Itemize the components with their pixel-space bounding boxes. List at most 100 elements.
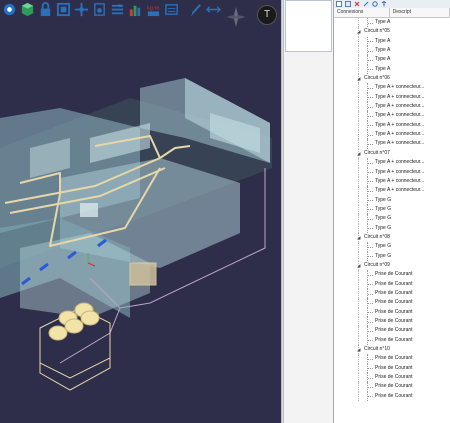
edit-icon[interactable] <box>363 1 369 7</box>
tree-item-connection[interactable]: Type A + connecteur... <box>334 83 450 93</box>
tree-item-label: Prise de Courant <box>375 392 413 399</box>
tree-group-circuit[interactable]: ◢ Circuit n°10 <box>334 345 450 355</box>
tree-item-connection[interactable]: Prise de Courant <box>334 373 450 383</box>
tree-item-connection[interactable]: Prise de Courant <box>334 298 450 308</box>
tree-connector-line <box>368 368 373 370</box>
tree-item-connection[interactable]: Type A <box>334 46 450 56</box>
tree-item-connection[interactable]: Type A + connecteur... <box>334 158 450 168</box>
collapse-triangle-icon[interactable]: ◢ <box>357 27 360 36</box>
tree-item-connection[interactable]: Type A + connecteur... <box>334 102 450 112</box>
tree-rows: Type A ◢ Circuit n°05 Type A Type A Type A Typ… <box>334 18 450 402</box>
collapse-triangle-icon[interactable]: ◢ <box>357 261 360 270</box>
tree-item-connection[interactable]: Type A + connecteur... <box>334 130 450 140</box>
tree-group-circuit[interactable]: ◢ Circuit n°08 <box>334 232 450 243</box>
tree-connector-line <box>368 302 373 304</box>
tree-item-connection[interactable]: Prise de Courant <box>334 326 450 336</box>
copy-icon[interactable] <box>345 1 351 7</box>
cube-green-icon[interactable] <box>19 1 36 17</box>
tree-item-connection[interactable]: Prise de Courant <box>334 317 450 327</box>
tree-item-label: Prise de Courant <box>375 327 413 334</box>
layers-icon[interactable] <box>109 1 126 17</box>
tree-item-connection[interactable]: Type A <box>334 36 450 47</box>
tree-item-label: Prise de Courant <box>375 308 413 315</box>
sort-icon[interactable] <box>381 1 387 7</box>
tree-item-connection[interactable]: Prise de Courant <box>334 382 450 392</box>
weight-icon[interactable]: kg·m <box>145 1 162 17</box>
building-3d-model[interactable] <box>0 18 281 423</box>
arrows-icon[interactable] <box>205 1 222 17</box>
tree-group-label: Circuit n°08 <box>364 233 390 240</box>
tree-group-circuit[interactable]: ◢ Circuit n°09 <box>334 260 450 271</box>
tree-item-connection[interactable]: Prise de Courant <box>334 270 450 280</box>
tree-item-connection[interactable]: Type G <box>334 214 450 224</box>
frame-select-icon[interactable] <box>55 1 72 17</box>
tree-connector-line <box>368 358 373 360</box>
tree-guide-line <box>358 373 359 383</box>
tree-guide-line <box>358 55 359 65</box>
tree-item-label: Type A + connecteur... <box>375 177 425 184</box>
tree-item-label: Prise de Courant <box>375 383 413 390</box>
column-header-description[interactable]: Descript <box>390 8 450 17</box>
lock-icon[interactable] <box>37 1 54 17</box>
tree-item-connection[interactable]: Prise de Courant <box>334 288 450 299</box>
tree-group-circuit[interactable]: ◢ Circuit n°06 <box>334 74 450 84</box>
tree-guide-line <box>358 242 359 252</box>
tree-item-connection[interactable]: Type G <box>334 223 450 233</box>
column-header-connections[interactable]: Connexions <box>334 8 390 17</box>
tree-item-connection[interactable]: Prise de Courant <box>334 279 450 289</box>
collapse-triangle-icon[interactable]: ◢ <box>357 74 360 83</box>
collapse-triangle-icon[interactable]: ◢ <box>357 233 360 242</box>
tree-item-connection[interactable]: Type A + connecteur... <box>334 139 450 149</box>
middle-pane <box>284 0 333 423</box>
tree-item-connection[interactable]: Type A + connecteur... <box>334 111 450 121</box>
collapse-triangle-icon[interactable]: ◢ <box>357 345 360 354</box>
view-cube-blue-icon[interactable] <box>1 1 18 17</box>
tree-item-connection[interactable]: Type A + connecteur... <box>334 167 450 177</box>
tree-connector-line <box>368 69 373 71</box>
3d-viewport[interactable]: kg·m T <box>0 0 281 423</box>
tree-item-connection[interactable]: Type G <box>334 251 450 261</box>
tree-item-connection[interactable]: Prise de Courant <box>334 354 450 364</box>
eye-icon[interactable] <box>91 1 108 17</box>
panel-icon[interactable] <box>163 1 180 17</box>
tree-group-circuit[interactable]: ◢ Circuit n°07 <box>334 148 450 159</box>
tree-item-connection[interactable]: Prise de Courant <box>334 307 450 317</box>
tree-guide-line <box>358 382 359 392</box>
tree-item-connection[interactable]: Type A + connecteur... <box>334 176 450 187</box>
tree-group-label: Circuit n°09 <box>364 261 390 268</box>
tree-group-label: Circuit n°06 <box>364 75 390 82</box>
tree-item-connection[interactable]: Type A <box>334 18 450 28</box>
move-axes-icon[interactable] <box>73 1 90 17</box>
tree-item-connection[interactable]: Prise de Courant <box>334 363 450 374</box>
tree-connector-line <box>368 256 373 258</box>
tree-guide-line <box>358 204 359 215</box>
tree-connector-line <box>368 41 373 43</box>
collapse-triangle-icon[interactable]: ◢ <box>357 149 360 158</box>
delete-icon[interactable] <box>354 1 360 7</box>
tree-connector-line <box>368 190 373 192</box>
tree-item-label: Type A <box>375 65 391 72</box>
tree-group-label: Circuit n°10 <box>364 346 390 353</box>
tree-guide-line <box>358 158 359 168</box>
pencil-icon[interactable] <box>187 1 204 17</box>
tree-item-connection[interactable]: Type A + connecteur... <box>334 120 450 131</box>
tree-group-circuit[interactable]: ◢ Circuit n°05 <box>334 27 450 37</box>
tree-guide-line <box>358 270 359 280</box>
tree-item-connection[interactable]: Type G <box>334 195 450 205</box>
tree-item-label: Prise de Courant <box>375 355 413 362</box>
new-icon[interactable] <box>336 1 342 7</box>
tree-item-connection[interactable]: Type A <box>334 64 450 75</box>
tree-item-connection[interactable]: Prise de Courant <box>334 335 450 346</box>
refresh-icon[interactable] <box>372 1 378 7</box>
tree-item-connection[interactable]: Type G <box>334 242 450 252</box>
bar-chart-icon[interactable] <box>127 1 144 17</box>
tree-item-connection[interactable]: Prise de Courant <box>334 391 450 402</box>
tree-item-label: Prise de Courant <box>375 299 413 306</box>
tree-guide-line <box>358 354 359 364</box>
tree-toolbar <box>334 0 450 8</box>
tree-item-connection[interactable]: Type A + connecteur... <box>334 186 450 196</box>
tree-item-connection[interactable]: Type A <box>334 55 450 65</box>
tree-item-label: Prise de Courant <box>375 289 413 296</box>
tree-item-connection[interactable]: Type G <box>334 204 450 215</box>
tree-item-connection[interactable]: Type A + connecteur... <box>334 92 450 103</box>
